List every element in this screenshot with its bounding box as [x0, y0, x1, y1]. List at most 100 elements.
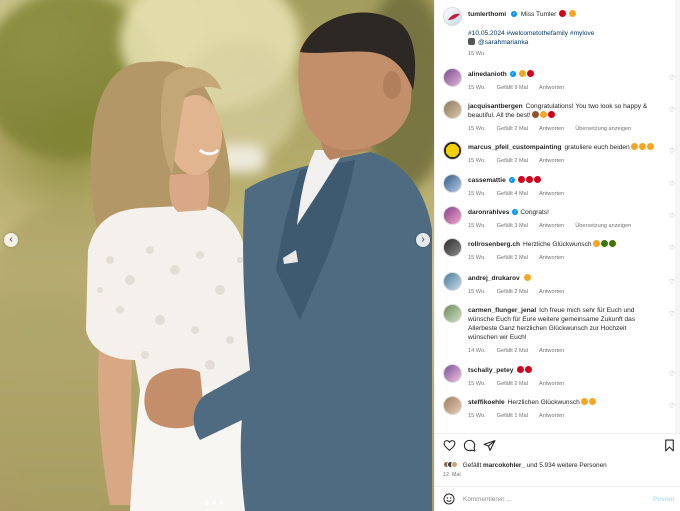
- translate-button[interactable]: Übersetzung anzeigen: [575, 126, 631, 132]
- avatar[interactable]: [443, 364, 462, 383]
- comment-meta: 15 Wo. Gefällt 3 Mal Antworten Übersetzung …: [468, 223, 642, 229]
- comment-username[interactable]: andrej_drukarov: [468, 275, 520, 282]
- emoji-icon: [588, 398, 596, 405]
- avatar[interactable]: [443, 174, 462, 193]
- comment-likes[interactable]: Gefällt 4 Mal: [497, 191, 528, 197]
- smiley-icon[interactable]: [443, 493, 455, 505]
- emoji-icon: [580, 398, 588, 405]
- comment-body: cassemattie ✓: [468, 176, 654, 185]
- comment-likes[interactable]: Gefällt 9 Mal: [497, 85, 528, 91]
- comment-username[interactable]: rollrosenberg.ch: [468, 241, 520, 248]
- reply-button[interactable]: Antworten: [539, 289, 564, 295]
- avatar[interactable]: [443, 206, 462, 225]
- emoji-icon: [592, 240, 600, 247]
- comment-username[interactable]: jacquisantbergen: [468, 103, 523, 110]
- caption-hashtags[interactable]: #10.05.2024 #welcometothefamily #mylove: [468, 30, 594, 37]
- share-icon[interactable]: [483, 439, 496, 452]
- comment-text: Herzliche Glückwunsch: [523, 241, 592, 248]
- avatar[interactable]: [443, 272, 462, 291]
- caption-mention[interactable]: @sarahmarianka: [478, 39, 528, 46]
- translate-button[interactable]: Übersetzung anzeigen: [575, 223, 631, 229]
- bookmark-icon[interactable]: [663, 439, 676, 452]
- caption-author[interactable]: tumlerthomi: [468, 11, 506, 18]
- post-actions: Gefällt marcokohler_ und 5.934 weitere P…: [435, 433, 680, 481]
- comment-likes[interactable]: Gefällt 2 Mal: [497, 158, 528, 164]
- avatar: [451, 461, 458, 468]
- comment-likes[interactable]: Gefällt 2 Mal: [497, 381, 528, 387]
- reply-button[interactable]: Antworten: [539, 126, 564, 132]
- reply-button[interactable]: Antworten: [539, 255, 564, 261]
- scrollbar[interactable]: [675, 0, 680, 433]
- comment-body: alinedanioth ✓: [468, 70, 654, 79]
- chevron-right-icon: ›: [421, 234, 425, 245]
- comment-likes[interactable]: Gefällt 2 Mal: [497, 348, 528, 354]
- likes-suffix[interactable]: und 5.934 weitere Personen: [527, 462, 607, 469]
- avatar[interactable]: [443, 304, 462, 323]
- comment-username[interactable]: carmen_flunger_jenal: [468, 307, 536, 314]
- likes-user[interactable]: marcokohler_: [483, 462, 525, 469]
- emoji-icon: [517, 176, 525, 183]
- comment-time: 15 Wo.: [468, 289, 486, 295]
- emoji-icon: [547, 111, 555, 118]
- comment-time: 15 Wo.: [468, 255, 486, 261]
- comment-username[interactable]: marcus_pfeil_custompainting: [468, 144, 561, 151]
- comment-time: 15 Wo.: [468, 85, 486, 91]
- comment-time: 15 Wo.: [468, 381, 486, 387]
- avatar[interactable]: [443, 238, 462, 257]
- comment-username[interactable]: steffikoehle: [468, 399, 505, 406]
- comment-time: 15 Wo.: [468, 223, 486, 229]
- comments-list[interactable]: tumlerthomi ✓ Miss Tumler #10.05.2024 #w…: [435, 0, 680, 433]
- emoji-icon: [517, 366, 525, 373]
- next-slide-button[interactable]: ›: [416, 233, 430, 247]
- reply-button[interactable]: Antworten: [539, 191, 564, 197]
- avatar[interactable]: [443, 7, 462, 26]
- emoji-icon: [630, 143, 638, 150]
- comment-meta: 15 Wo. Gefällt 4 Mal Antworten: [468, 191, 575, 197]
- couple-emoji-icon: [569, 10, 577, 17]
- heart-icon[interactable]: [443, 439, 456, 452]
- comment-input[interactable]: [463, 493, 643, 505]
- comment-likes[interactable]: Gefällt 2 Mal: [497, 289, 528, 295]
- comment-body: tschally_petey: [468, 366, 654, 375]
- reply-button[interactable]: Antworten: [539, 85, 564, 91]
- reply-button[interactable]: Antworten: [539, 348, 564, 354]
- prev-slide-button[interactable]: ‹: [4, 233, 18, 247]
- emoji-icon: [539, 111, 547, 118]
- comment-body: daronrahlves ✓ Congrats!: [468, 208, 654, 217]
- comment-icon[interactable]: [463, 439, 476, 452]
- avatar[interactable]: [443, 396, 462, 415]
- reply-button[interactable]: Antworten: [539, 223, 564, 229]
- reply-button[interactable]: Antworten: [539, 381, 564, 387]
- comment-likes[interactable]: Gefällt 2 Mal: [497, 255, 528, 261]
- verified-badge-icon: ✓: [512, 209, 519, 216]
- post-date: 12. Mai: [443, 472, 461, 478]
- groom-figure: [144, 12, 432, 511]
- verified-badge-icon: ✓: [509, 71, 516, 78]
- emoji-icon: [646, 143, 654, 150]
- emoji-icon: [525, 176, 533, 183]
- comment-likes[interactable]: Gefällt 2 Mal: [497, 126, 528, 132]
- emoji-icon: [531, 111, 539, 118]
- comment-text: Herzlichen Glückwunsch: [507, 399, 580, 406]
- comment-username[interactable]: daronrahlves: [468, 209, 509, 216]
- reply-button[interactable]: Antworten: [539, 413, 564, 419]
- comment-meta: 15 Wo. Gefällt 9 Mal Antworten: [468, 85, 575, 91]
- comment-text: gratuliere euch beiden: [564, 144, 630, 151]
- comment-likes[interactable]: Gefällt 3 Mal: [497, 223, 528, 229]
- comment-username[interactable]: tschally_petey: [468, 367, 513, 374]
- comment-meta: 15 Wo. Gefällt 2 Mal Antworten: [468, 289, 575, 295]
- avatar[interactable]: [443, 68, 462, 87]
- comment-username[interactable]: alinedanioth: [468, 71, 507, 78]
- comment-time: 15 Wo.: [468, 191, 486, 197]
- reply-button[interactable]: Antworten: [539, 158, 564, 164]
- emoji-icon: [608, 240, 616, 247]
- emoji-icon: [600, 240, 608, 247]
- comment-username[interactable]: cassemattie: [468, 177, 506, 184]
- comment-likes[interactable]: Gefällt 1 Mal: [497, 413, 528, 419]
- avatar[interactable]: [443, 100, 462, 119]
- comment-meta: 15 Wo. Gefällt 2 Mal Antworten Übersetzung …: [468, 126, 642, 132]
- slide-dot: [219, 501, 223, 505]
- comment-body: marcus_pfeil_custompainting gratuliere eu…: [468, 143, 654, 152]
- post-comment-button[interactable]: Posten: [653, 496, 674, 503]
- avatar[interactable]: [443, 141, 462, 160]
